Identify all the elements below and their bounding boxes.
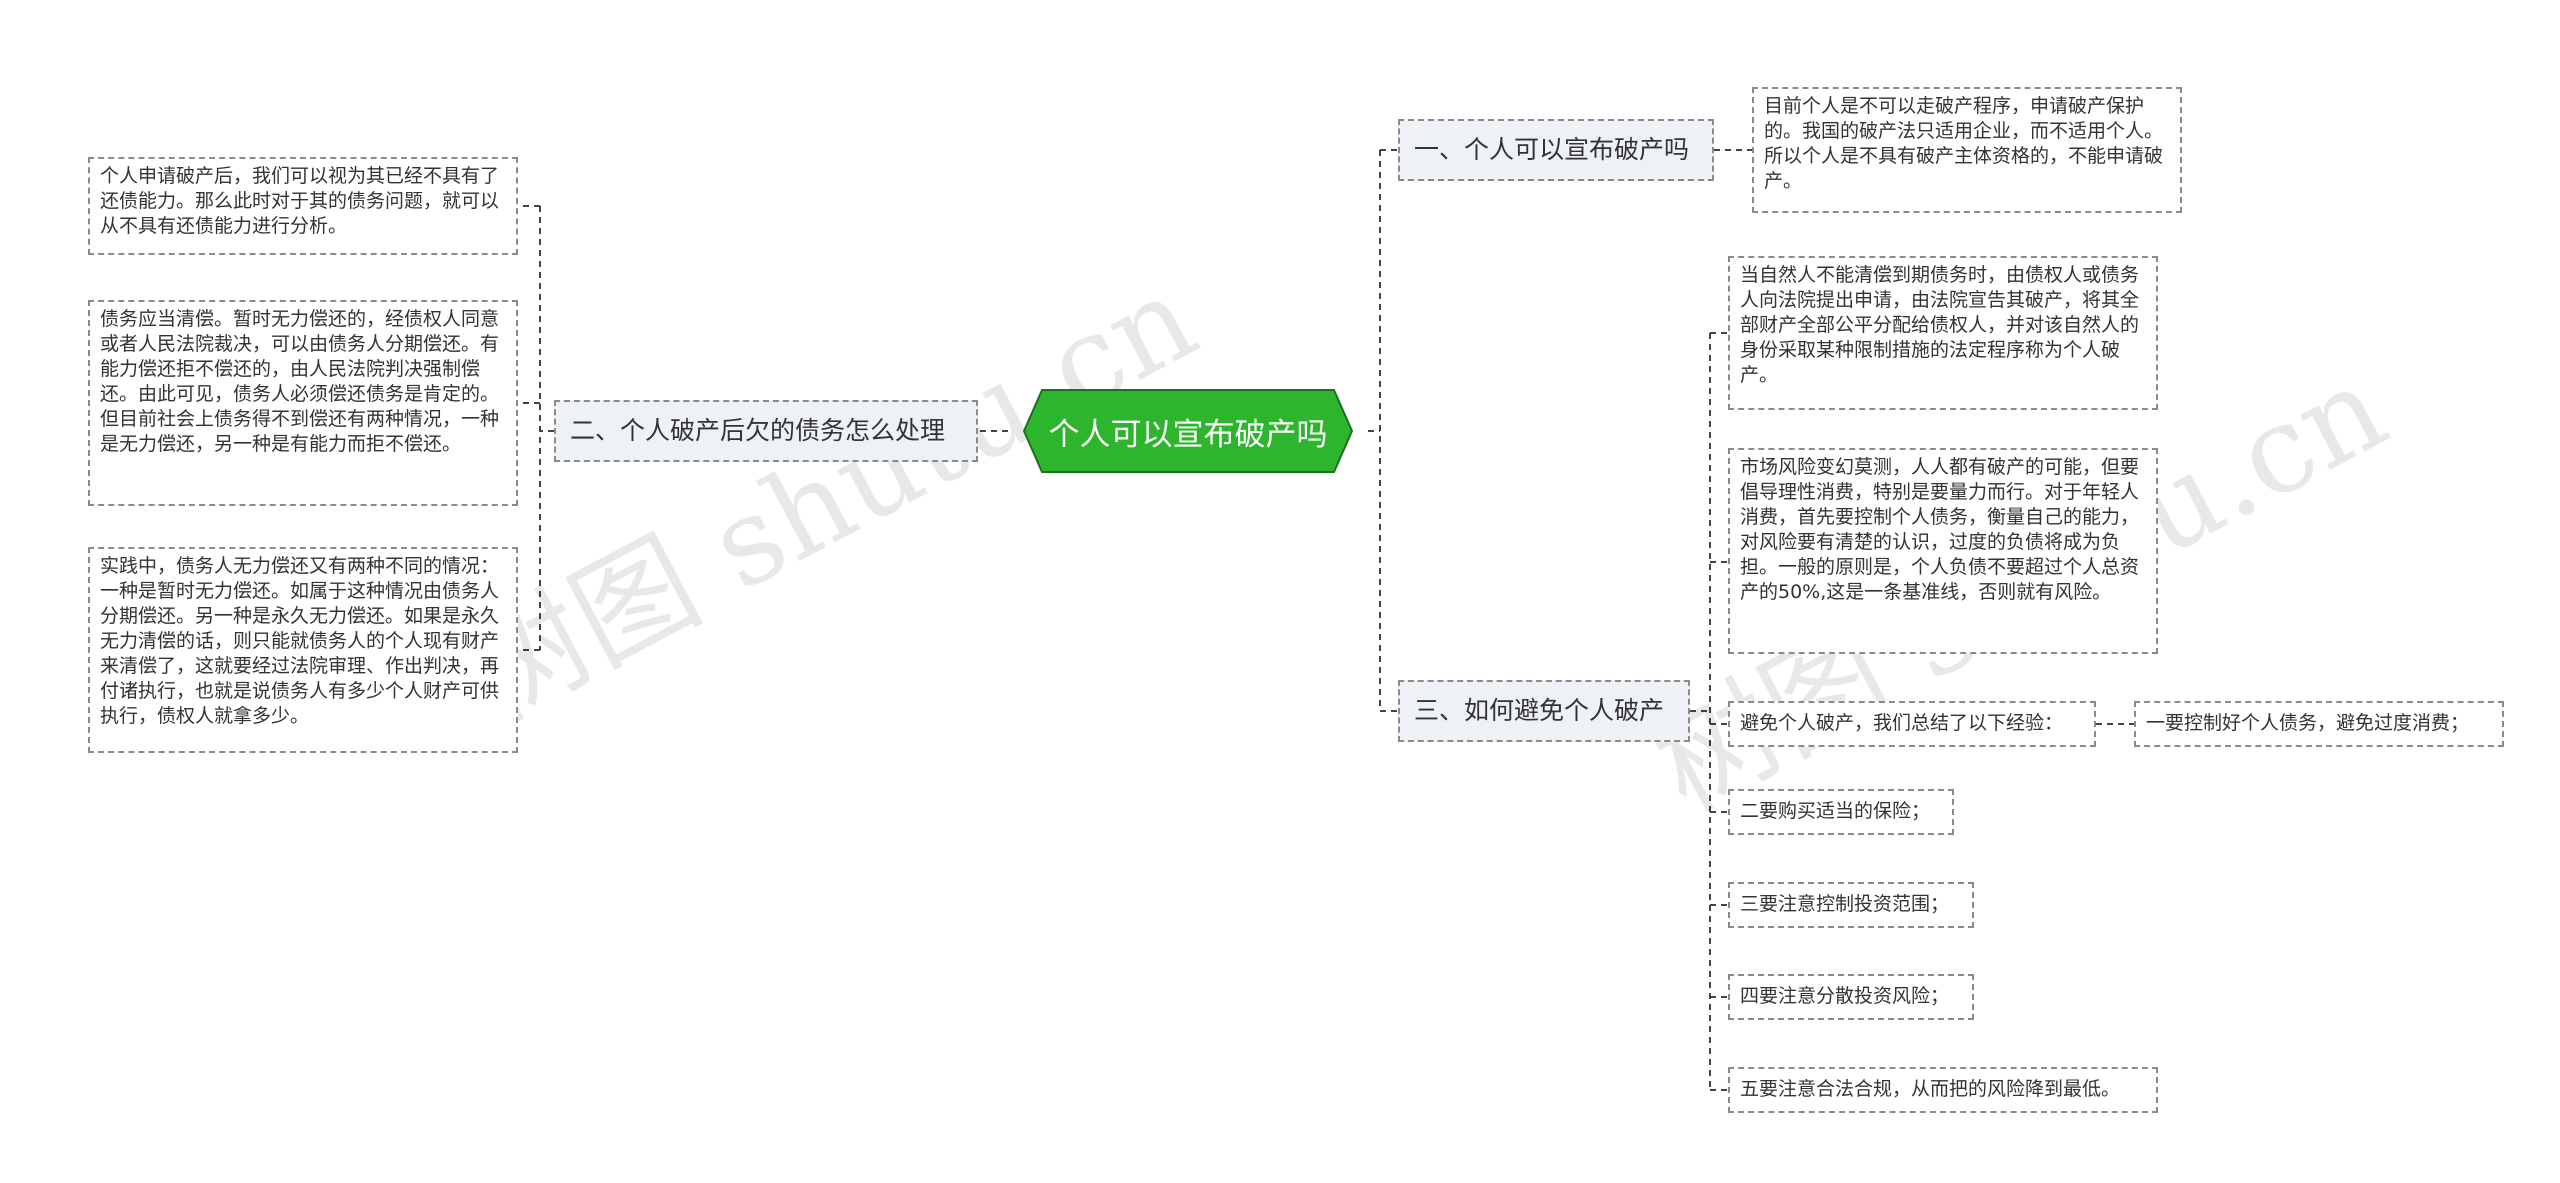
leaf-market-risk[interactable]: 市场风险变幻莫测，人人都有破产的可能，但要倡导理性消费，特别是要量力而行。对于年… [1728,448,2158,654]
branch-label: 二、个人破产后欠的债务怎么处理 [570,416,946,445]
leaf-text: 当自然人不能清偿到期债务时，由债权人或债务人向法院提出申请，由法院宣告其破产，将… [1740,264,2140,386]
leaf-after-bankruptcy[interactable]: 个人申请破产后，我们可以视为其已经不具有了还债能力。那么此时对于其的债务问题，就… [88,157,518,255]
leaf-text: 五要注意合法合规，从而把的风险降到最低。 [1740,1078,2121,1100]
leaf-text: 三要注意控制投资范围； [1740,893,1950,915]
leaf-buy-insurance[interactable]: 二要购买适当的保险； [1728,789,1954,835]
branch-avoid-bankruptcy[interactable]: 三、如何避免个人破产 [1398,680,1690,742]
leaf-text: 目前个人是不可以走破产程序，申请破产保护的。我国的破产法只适用企业，而不适用个人… [1764,95,2164,192]
branch-label: 三、如何避免个人破产 [1414,696,1665,725]
leaf-debt-repayment[interactable]: 债务应当清偿。暂时无力偿还的，经债权人同意或者人民法院裁决，可以由债务人分期偿还… [88,300,518,506]
leaf-personal-bankruptcy-definition[interactable]: 当自然人不能清偿到期债务时，由债权人或债务人向法院提出申请，由法院宣告其破产，将… [1728,256,2158,410]
leaf-text: 避免个人破产，我们总结了以下经验： [1740,712,2064,734]
leaf-sub-control-debt[interactable]: 一要控制好个人债务，避免过度消费； [2134,701,2504,747]
leaf-control-investment-scope[interactable]: 三要注意控制投资范围； [1728,882,1974,928]
leaf-text: 个人申请破产后，我们可以视为其已经不具有了还债能力。那么此时对于其的债务问题，就… [100,165,500,237]
leaf-text: 市场风险变幻莫测，人人都有破产的可能，但要倡导理性消费，特别是要量力而行。对于年… [1740,456,2140,603]
leaf-experience-summary[interactable]: 避免个人破产，我们总结了以下经验： [1728,701,2096,747]
leaf-text: 二要购买适当的保险； [1740,800,1931,822]
branch-debt-handling[interactable]: 二、个人破产后欠的债务怎么处理 [554,400,978,462]
leaf-cannot-declare[interactable]: 目前个人是不可以走破产程序，申请破产保护的。我国的破产法只适用企业，而不适用个人… [1752,87,2182,213]
branch-label: 一、个人可以宣布破产吗 [1414,135,1690,164]
leaf-text: 四要注意分散投资风险； [1740,985,1950,1007]
leaf-legal-compliance[interactable]: 五要注意合法合规，从而把的风险降到最低。 [1728,1067,2158,1113]
branch-can-declare[interactable]: 一、个人可以宣布破产吗 [1398,119,1714,181]
leaf-diversify-investment-risk[interactable]: 四要注意分散投资风险； [1728,974,1974,1020]
root-label: 个人可以宣布破产吗 [1048,416,1328,453]
leaf-text: 实践中，债务人无力偿还又有两种不同的情况：一种是暂时无力偿还。如属于这种情况由债… [100,555,500,727]
root-node[interactable]: 个人可以宣布破产吗 [1008,388,1368,474]
leaf-unable-to-repay[interactable]: 实践中，债务人无力偿还又有两种不同的情况：一种是暂时无力偿还。如属于这种情况由债… [88,547,518,753]
leaf-text: 债务应当清偿。暂时无力偿还的，经债权人同意或者人民法院裁决，可以由债务人分期偿还… [100,308,500,455]
leaf-text: 一要控制好个人债务，避免过度消费； [2146,712,2470,734]
